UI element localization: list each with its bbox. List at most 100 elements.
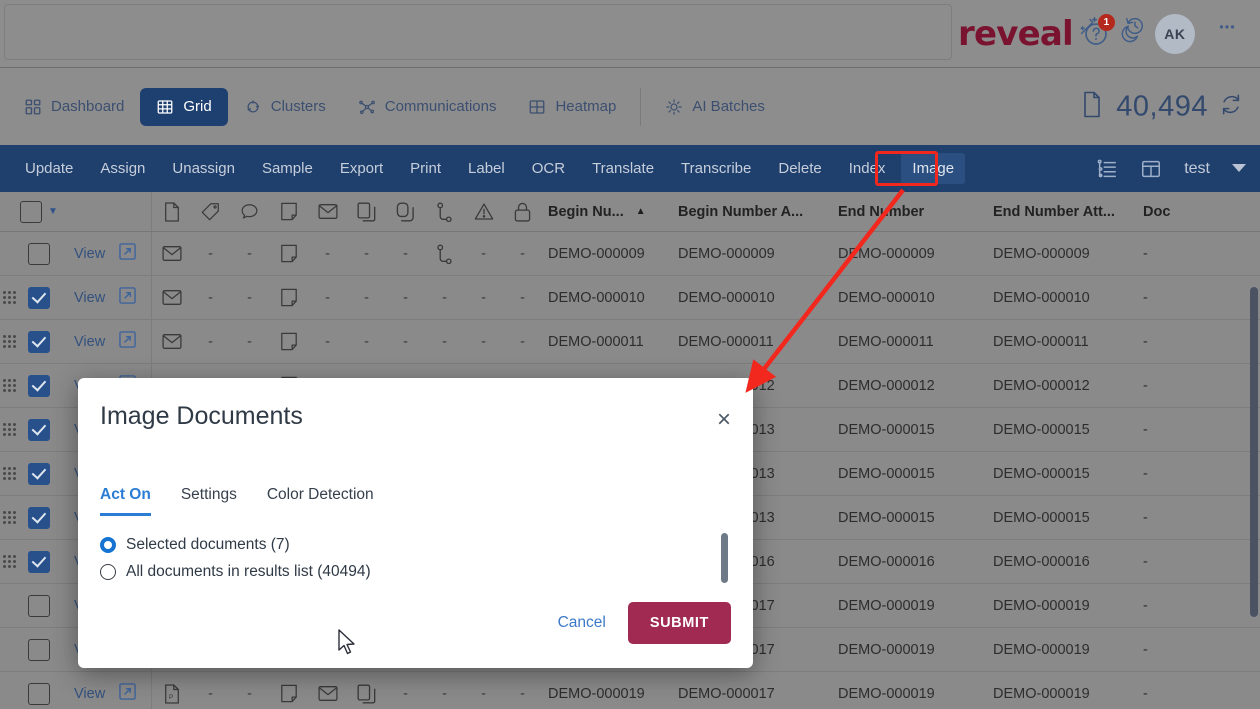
tab-act-on[interactable]: Act On bbox=[100, 486, 151, 516]
column-header-end-number[interactable]: End Number bbox=[838, 192, 993, 231]
row-checkbox[interactable] bbox=[28, 462, 50, 485]
row-checkbox[interactable] bbox=[28, 330, 50, 353]
option-selected-documents[interactable]: Selected documents (7) bbox=[100, 536, 371, 554]
help-icon[interactable]: 1 bbox=[1083, 14, 1115, 47]
chevron-down-icon[interactable] bbox=[1232, 160, 1246, 178]
mail-icon[interactable] bbox=[152, 276, 191, 319]
column-header-begin-number-att[interactable]: Begin Number A... bbox=[678, 192, 838, 231]
row-checkbox[interactable] bbox=[28, 550, 50, 573]
open-external-icon[interactable] bbox=[119, 243, 136, 264]
action-update[interactable]: Update bbox=[14, 153, 84, 184]
cell-end-number: DEMO-000015 bbox=[838, 421, 935, 438]
row-drag-handle[interactable] bbox=[0, 540, 18, 583]
view-link[interactable]: View bbox=[74, 686, 105, 702]
view-link[interactable]: View bbox=[74, 334, 105, 350]
action-assign[interactable]: Assign bbox=[89, 153, 156, 184]
action-transcribe[interactable]: Transcribe bbox=[670, 153, 762, 184]
sidebar-item-dashboard[interactable]: Dashboard bbox=[8, 88, 140, 126]
action-unassign[interactable]: Unassign bbox=[161, 153, 246, 184]
col-warning-icon[interactable] bbox=[464, 192, 503, 231]
sidebar-item-grid[interactable]: Grid bbox=[140, 87, 228, 126]
col-tag-icon[interactable] bbox=[191, 192, 230, 231]
row-drag-handle[interactable] bbox=[0, 496, 18, 539]
row-checkbox[interactable] bbox=[28, 594, 50, 617]
option-all-documents[interactable]: All documents in results list (40494) bbox=[100, 563, 371, 581]
note-icon[interactable] bbox=[269, 276, 308, 319]
note-icon[interactable] bbox=[269, 672, 308, 709]
action-image[interactable]: Image bbox=[901, 153, 966, 184]
dialog-vertical-scrollbar[interactable] bbox=[721, 533, 728, 583]
column-header-doc[interactable]: Doc bbox=[1143, 192, 1203, 231]
radio-all-documents[interactable] bbox=[100, 564, 116, 580]
grid-vertical-scrollbar[interactable] bbox=[1250, 287, 1258, 617]
cancel-button[interactable]: Cancel bbox=[558, 614, 606, 632]
col-document-icon[interactable] bbox=[152, 192, 191, 231]
sidebar-item-communications[interactable]: Communications bbox=[342, 88, 513, 126]
sidebar-item-clusters[interactable]: Clusters bbox=[228, 88, 342, 126]
action-export[interactable]: Export bbox=[329, 153, 394, 184]
select-all-chevron-down-icon[interactable]: ▼ bbox=[48, 206, 58, 217]
row-drag-handle[interactable] bbox=[0, 364, 18, 407]
sidebar-item-heatmap[interactable]: Heatmap bbox=[512, 88, 632, 126]
column-header-end-number-att[interactable]: End Number Att... bbox=[993, 192, 1143, 231]
col-attachment-icon[interactable] bbox=[386, 192, 425, 231]
row-drag-handle[interactable] bbox=[0, 276, 18, 319]
row-checkbox[interactable] bbox=[28, 374, 50, 397]
col-lock-icon[interactable] bbox=[503, 192, 542, 231]
open-external-icon[interactable] bbox=[119, 683, 136, 704]
action-delete[interactable]: Delete bbox=[767, 153, 832, 184]
copy-icon[interactable] bbox=[347, 672, 386, 709]
column-header-begin-number[interactable]: Begin Nu... ▲ bbox=[542, 192, 678, 231]
cell-end-number: DEMO-000016 bbox=[838, 553, 935, 570]
select-all-checkbox[interactable] bbox=[20, 200, 43, 223]
note-icon[interactable] bbox=[269, 320, 308, 363]
view-link[interactable]: View bbox=[74, 290, 105, 306]
family-icon[interactable] bbox=[425, 232, 464, 275]
action-print[interactable]: Print bbox=[399, 153, 452, 184]
table-row[interactable]: View - - - - - - - - DEMO-000010 DEMO-000010 DEMO-0… bbox=[0, 276, 1260, 320]
row-checkbox[interactable] bbox=[28, 506, 50, 529]
mail-icon[interactable] bbox=[152, 320, 191, 363]
field-list-icon[interactable] bbox=[1096, 158, 1118, 180]
table-row[interactable]: View - - - - - - - DEMO-000009 DEMO-000009 DEMO-00… bbox=[0, 232, 1260, 276]
radio-selected-documents[interactable] bbox=[100, 537, 116, 553]
col-family-icon[interactable] bbox=[425, 192, 464, 231]
view-link[interactable]: View bbox=[74, 246, 105, 262]
view-select-label[interactable]: test bbox=[1184, 160, 1210, 178]
row-checkbox[interactable] bbox=[28, 682, 50, 705]
mail-icon[interactable] bbox=[152, 232, 191, 275]
action-translate[interactable]: Translate bbox=[581, 153, 665, 184]
action-sample[interactable]: Sample bbox=[251, 153, 324, 184]
avatar[interactable]: AK bbox=[1154, 14, 1195, 54]
row-checkbox[interactable] bbox=[28, 242, 50, 265]
col-note-icon[interactable] bbox=[269, 192, 308, 231]
open-external-icon[interactable] bbox=[119, 331, 136, 352]
note-icon[interactable] bbox=[269, 232, 308, 275]
row-checkbox[interactable] bbox=[28, 638, 50, 661]
dark-mode-icon[interactable] bbox=[1119, 23, 1141, 45]
layout-icon[interactable] bbox=[1140, 158, 1162, 180]
refresh-icon[interactable] bbox=[1220, 93, 1242, 120]
nav-divider bbox=[640, 87, 642, 126]
action-ocr[interactable]: OCR bbox=[521, 153, 576, 184]
row-drag-handle[interactable] bbox=[0, 320, 18, 363]
submit-button[interactable]: SUBMIT bbox=[627, 602, 731, 644]
col-mail-icon[interactable] bbox=[308, 192, 347, 231]
col-comment-icon[interactable] bbox=[230, 192, 269, 231]
pdf-icon[interactable]: P bbox=[152, 672, 191, 709]
close-icon[interactable]: × bbox=[717, 408, 731, 432]
table-row[interactable]: View - - - - - - - - DEMO-000011 DEMO-000011 DEMO-0… bbox=[0, 320, 1260, 364]
col-copy-icon[interactable] bbox=[347, 192, 386, 231]
action-label[interactable]: Label bbox=[457, 153, 516, 184]
row-drag-handle[interactable] bbox=[0, 452, 18, 495]
action-index[interactable]: Index bbox=[838, 153, 897, 184]
row-checkbox[interactable] bbox=[28, 418, 50, 441]
open-external-icon[interactable] bbox=[119, 287, 136, 308]
tab-settings[interactable]: Settings bbox=[181, 486, 237, 516]
sidebar-item-ai-batches[interactable]: AI Batches bbox=[649, 88, 781, 126]
table-row[interactable]: View P - - - - - - DEMO-000019 DEMO-000017 DEMO-00… bbox=[0, 672, 1260, 709]
row-checkbox[interactable] bbox=[28, 286, 50, 309]
mail-icon[interactable] bbox=[308, 672, 347, 709]
row-drag-handle[interactable] bbox=[0, 408, 18, 451]
tab-color-detection[interactable]: Color Detection bbox=[267, 486, 374, 516]
